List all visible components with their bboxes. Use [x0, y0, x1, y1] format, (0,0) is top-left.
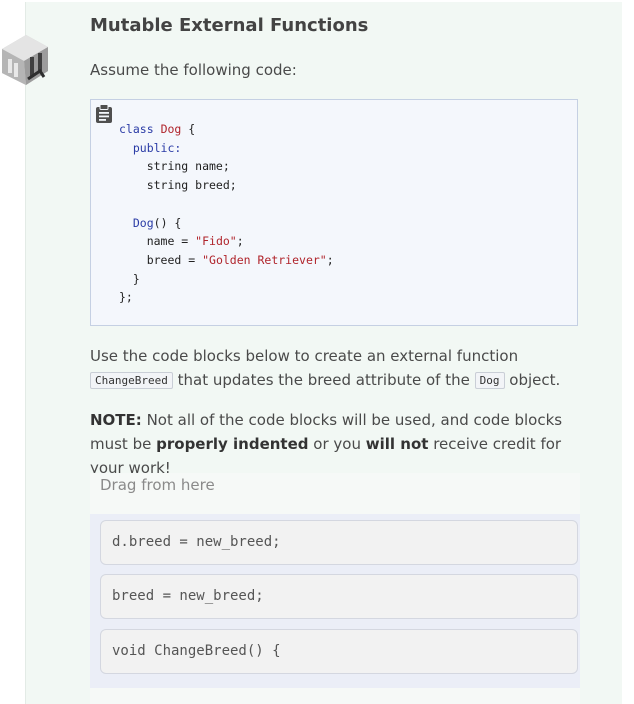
code-snippet: class Dog { public: string name; string …	[90, 99, 578, 326]
note-label: NOTE:	[90, 411, 142, 429]
note-bold: will not	[365, 435, 429, 453]
code-line: breed = "Golden Retriever";	[119, 252, 334, 267]
code-line: class Dog {	[119, 122, 196, 136]
code-text: class Dog { public: string name; string …	[119, 120, 334, 307]
code-block[interactable]: void ChangeBreed() {	[100, 629, 578, 674]
inline-code-dog: Dog	[474, 372, 505, 389]
code-line: public:	[132, 140, 182, 155]
code-block-list: d.breed = new_breed; breed = new_breed; …	[90, 514, 580, 688]
code-line: };	[119, 290, 133, 305]
code-block[interactable]: breed = new_breed;	[100, 574, 578, 619]
drag-source-area: Drag from here d.breed = new_breed; bree…	[90, 473, 580, 704]
code-line: Dog() {	[132, 215, 182, 230]
code-line: string breed;	[146, 178, 237, 193]
instructions-text: Use the code blocks below to create an e…	[90, 344, 586, 393]
note-part: or you	[313, 435, 361, 453]
page: Mutable External Functions Assume the fo…	[0, 0, 634, 704]
instructions-part: Use the code blocks below to create an e…	[90, 347, 519, 365]
inline-code-changebreed: ChangeBreed	[90, 372, 173, 389]
note-bold: properly indented	[156, 435, 309, 453]
code-line: }	[132, 271, 140, 286]
code-line: string name;	[146, 159, 230, 174]
page-title: Mutable External Functions	[90, 15, 369, 36]
code-block[interactable]: d.breed = new_breed;	[100, 520, 578, 565]
code-line: name = "Fido";	[119, 234, 244, 249]
clipboard-icon[interactable]	[95, 104, 113, 124]
instructions-part: object.	[509, 371, 561, 389]
drag-label: Drag from here	[100, 476, 215, 494]
note-text: NOTE: Not all of the code blocks will be…	[90, 408, 586, 480]
codio-robot-logo-icon	[2, 35, 48, 85]
intro-text: Assume the following code:	[90, 61, 297, 79]
instructions-part: that updates the breed attribute of the	[177, 371, 470, 389]
